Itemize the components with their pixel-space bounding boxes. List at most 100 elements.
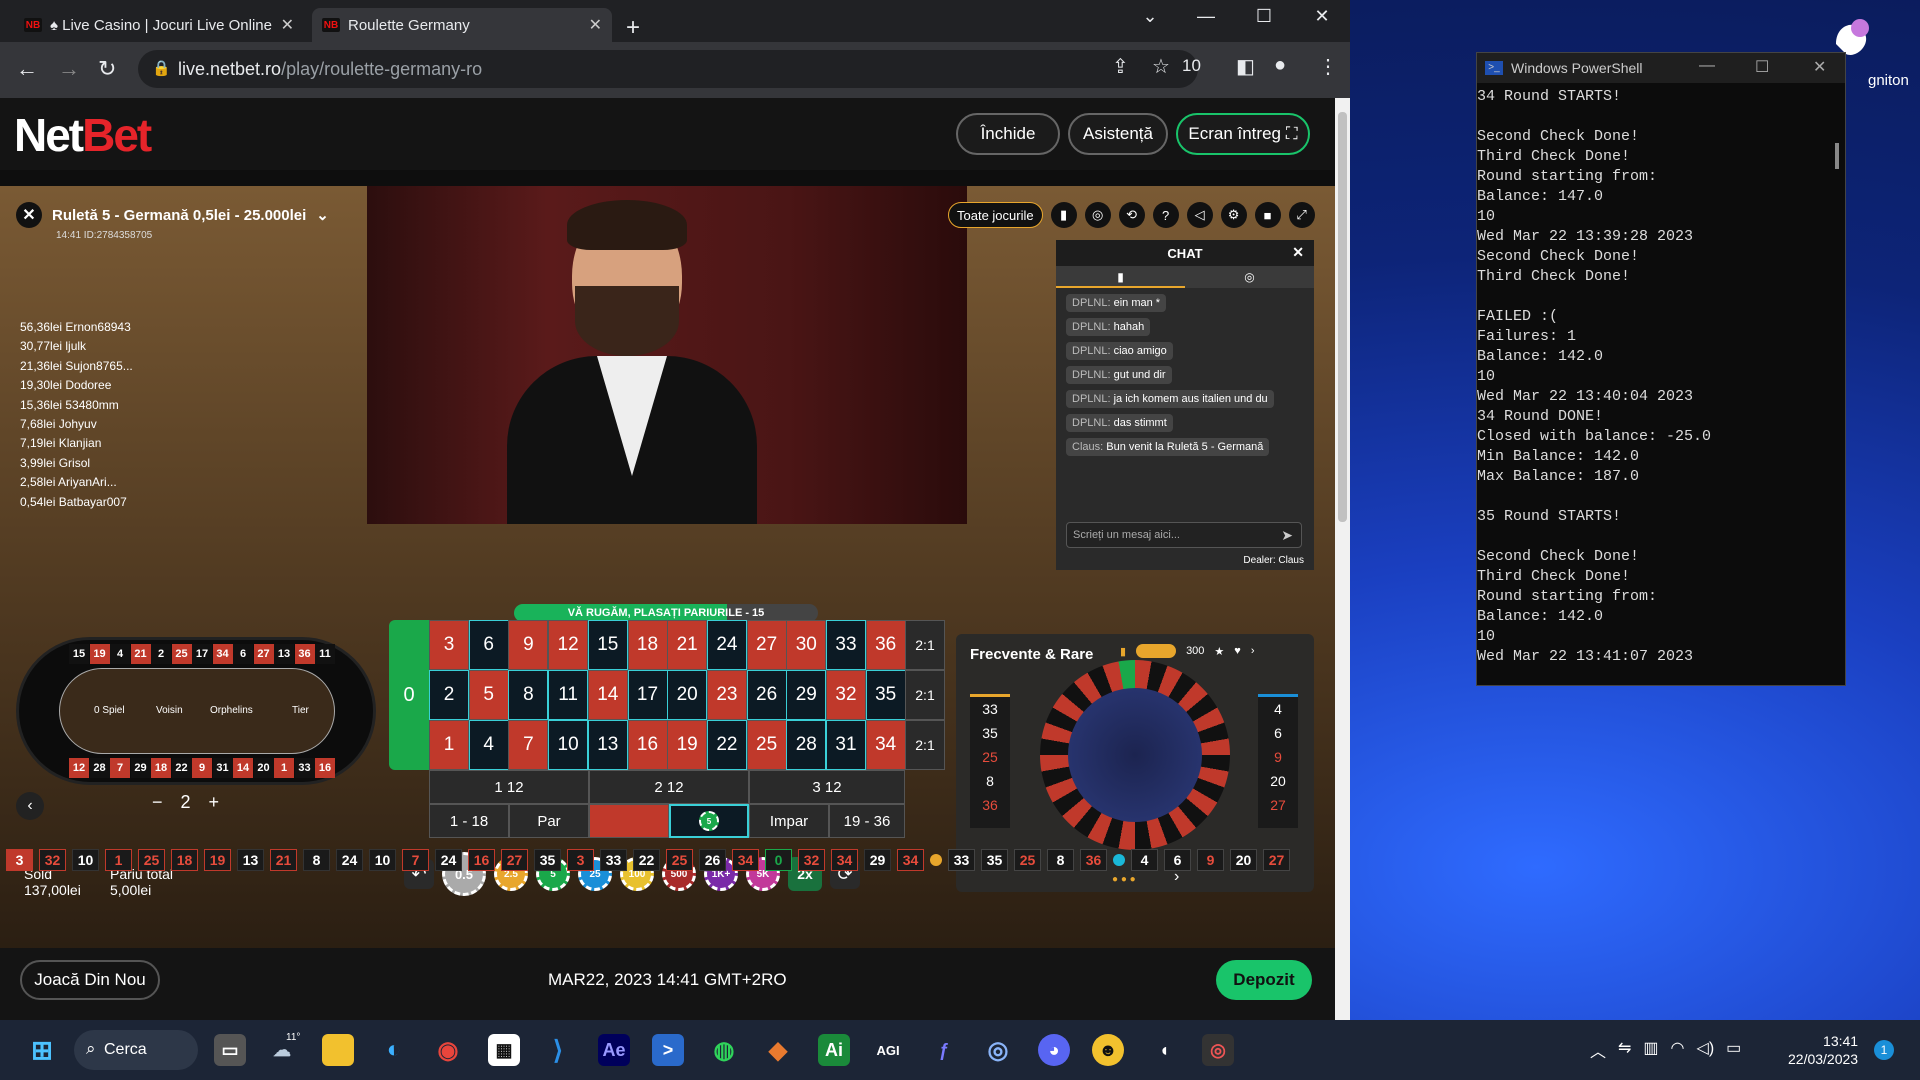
chevron-left-icon[interactable]: ‹ bbox=[16, 792, 44, 820]
racetrack-number[interactable]: 19 bbox=[89, 644, 110, 664]
chevron-up-icon[interactable]: ︿ bbox=[1590, 1038, 1606, 1062]
vscode-icon[interactable]: ⟩ bbox=[542, 1034, 574, 1066]
battery-icon[interactable]: ▭ bbox=[1726, 1038, 1741, 1062]
scrollbar-thumb[interactable] bbox=[1338, 112, 1347, 522]
back-icon[interactable]: ← bbox=[16, 56, 38, 82]
forward-icon[interactable]: → bbox=[58, 56, 80, 82]
close-game-button[interactable]: Închide bbox=[956, 113, 1060, 155]
new-tab-icon[interactable]: + bbox=[626, 14, 640, 42]
chat-message-input[interactable]: Scrieți un mesaj aici... ➤ bbox=[1066, 522, 1302, 548]
racetrack-number[interactable]: 13 bbox=[274, 644, 294, 664]
notification-badge[interactable]: 1 bbox=[1874, 1040, 1894, 1060]
racetrack-number[interactable]: 2 bbox=[151, 644, 171, 664]
bet-number[interactable]: 11 bbox=[548, 670, 589, 720]
app-logo-icon[interactable]: ◖ bbox=[1148, 1034, 1180, 1066]
clock[interactable]: 13:41 22/03/2023 bbox=[1788, 1032, 1858, 1068]
discord-icon[interactable]: ◕ bbox=[1038, 1034, 1070, 1066]
racetrack-number[interactable]: 7 bbox=[110, 758, 130, 778]
tray-app-icon[interactable]: ▥ bbox=[1643, 1038, 1658, 1062]
after-effects-icon[interactable]: Ae bbox=[598, 1034, 630, 1066]
wifi-icon[interactable]: ◠ bbox=[1671, 1038, 1685, 1062]
desktop-icon-label[interactable]: gniton bbox=[1868, 72, 1909, 89]
chevron-right-icon[interactable]: › bbox=[1251, 645, 1255, 657]
racetrack-number[interactable]: 15 bbox=[69, 644, 89, 664]
sidebar-icon[interactable]: ◧ bbox=[1236, 54, 1255, 79]
bet-number[interactable]: 19 bbox=[667, 720, 708, 770]
racetrack-number[interactable]: 11 bbox=[315, 644, 335, 664]
racetrack-number[interactable]: 1 bbox=[274, 758, 294, 778]
bet-even[interactable]: Par bbox=[509, 804, 589, 838]
bet-number[interactable]: 32 bbox=[826, 670, 866, 720]
bet-number[interactable]: 22 bbox=[706, 720, 747, 770]
bet-odd[interactable]: Impar bbox=[749, 804, 829, 838]
expand-icon[interactable]: ⤢ bbox=[1288, 202, 1315, 228]
bet-number[interactable]: 10 bbox=[548, 720, 589, 770]
racetrack-number[interactable]: 21 bbox=[130, 644, 151, 664]
bet-number[interactable]: 3 bbox=[429, 620, 469, 670]
close-window-icon[interactable]: ✕ bbox=[1813, 57, 1826, 77]
racetrack-number[interactable]: 25 bbox=[171, 644, 192, 664]
extension-count-badge[interactable]: 10 bbox=[1182, 56, 1201, 76]
dozen-bet-2[interactable]: 2 12 bbox=[589, 770, 749, 804]
racetrack-number[interactable]: 4 bbox=[110, 644, 130, 664]
race-label-orphelins[interactable]: Orphelins bbox=[210, 705, 253, 716]
all-games-button[interactable]: Toate jocurile bbox=[948, 202, 1043, 228]
bet-number[interactable]: 25 bbox=[746, 720, 787, 770]
bet-number[interactable]: 29 bbox=[786, 670, 827, 720]
racetrack-number[interactable]: 14 bbox=[233, 758, 253, 778]
bet-number[interactable]: 17 bbox=[627, 670, 668, 720]
racetrack-number[interactable]: 27 bbox=[253, 644, 274, 664]
bet-number[interactable]: 16 bbox=[627, 720, 668, 770]
tab-live-casino[interactable]: NB ♠ Live Casino | Jocuri Live Online ✕ bbox=[14, 8, 304, 42]
help-icon[interactable]: ? bbox=[1152, 202, 1179, 228]
bet-red[interactable] bbox=[589, 804, 669, 838]
plus-button[interactable]: + bbox=[209, 792, 220, 813]
close-window-icon[interactable]: ✕ bbox=[1302, 6, 1342, 27]
bet-number[interactable]: 7 bbox=[508, 720, 549, 770]
bet-zero[interactable]: 0 bbox=[389, 620, 429, 770]
game-title-bar[interactable]: ✕ Ruletă 5 - Germană 0,5lei - 25.000lei … bbox=[16, 202, 329, 228]
bet-number[interactable]: 18 bbox=[627, 620, 668, 670]
racetrack-number[interactable]: 6 bbox=[233, 644, 253, 664]
rounds-toggle[interactable] bbox=[1136, 644, 1177, 658]
chat-tab-support-icon[interactable]: ◎ bbox=[1185, 266, 1314, 288]
file-explorer-icon[interactable] bbox=[322, 1034, 354, 1066]
task-view-icon[interactable]: ▭ bbox=[214, 1034, 246, 1066]
maximize-icon[interactable]: ☐ bbox=[1755, 57, 1769, 77]
bet-number[interactable]: 1 bbox=[429, 720, 469, 770]
settings-gear-icon[interactable]: ⚙ bbox=[1220, 202, 1247, 228]
tab-search-icon[interactable]: ⌄ bbox=[1130, 6, 1170, 27]
dozen-bet-1[interactable]: 1 12 bbox=[429, 770, 589, 804]
volume-icon[interactable]: ◁) bbox=[1697, 1038, 1715, 1062]
bet-number[interactable]: 27 bbox=[746, 620, 787, 670]
bet-number[interactable]: 6 bbox=[468, 620, 509, 670]
windows-start-icon[interactable]: ⊞ bbox=[26, 1034, 58, 1066]
share-icon[interactable]: ⇪ bbox=[1112, 54, 1129, 79]
pager-dots[interactable]: ● ● ● bbox=[1112, 874, 1136, 885]
bet-number[interactable]: 4 bbox=[468, 720, 509, 770]
ait-app-icon[interactable]: Ai bbox=[818, 1034, 850, 1066]
bet-number[interactable]: 8 bbox=[508, 670, 549, 720]
racetrack-number[interactable]: 29 bbox=[130, 758, 151, 778]
lock-icon[interactable]: 🔒 bbox=[152, 59, 171, 77]
bet-number[interactable]: 21 bbox=[667, 620, 708, 670]
bookmark-star-icon[interactable]: ☆ bbox=[1152, 54, 1170, 79]
racetrack-number[interactable]: 9 bbox=[192, 758, 212, 778]
agi-app-icon[interactable]: AGI bbox=[872, 1034, 904, 1066]
bet-number[interactable]: 33 bbox=[826, 620, 866, 670]
bet-number[interactable]: 35 bbox=[865, 670, 906, 720]
taskbar-search[interactable]: ⌕ Cerca bbox=[74, 1030, 198, 1070]
chrome-profile-icon[interactable]: ◎ bbox=[982, 1034, 1014, 1066]
history-icon[interactable]: ⟲ bbox=[1118, 202, 1145, 228]
app-face-icon[interactable]: ☻ bbox=[1092, 1034, 1124, 1066]
deposit-button[interactable]: Depozit bbox=[1216, 960, 1312, 1000]
bet-number[interactable]: 23 bbox=[706, 670, 747, 720]
fullscreen-button[interactable]: Ecran întreg ⛶ bbox=[1176, 113, 1310, 155]
page-scrollbar[interactable] bbox=[1335, 98, 1350, 1020]
tab-roulette-germany[interactable]: NB Roulette Germany ✕ bbox=[312, 8, 612, 42]
bet-number[interactable]: 31 bbox=[826, 720, 866, 770]
bar-chart-icon[interactable]: ▮ bbox=[1120, 645, 1126, 658]
chat-tab-messages-icon[interactable]: ▮ bbox=[1056, 266, 1185, 288]
racetrack-number[interactable]: 36 bbox=[294, 644, 315, 664]
bet-number[interactable]: 30 bbox=[786, 620, 827, 670]
